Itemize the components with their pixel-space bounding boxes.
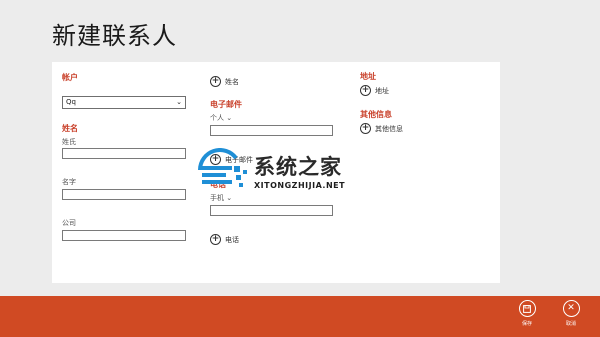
phone-type-dropdown[interactable]: 手机 ⌄ [210,193,232,203]
add-address-label: 地址 [375,86,389,95]
plus-icon: + [210,76,221,87]
save-button[interactable]: 保存 [512,300,542,327]
add-other-info-button[interactable]: + 其他信息 [360,123,403,134]
chevron-down-icon: ⌄ [226,114,233,122]
close-icon: ✕ [562,300,580,317]
other-info-section-label: 其他信息 [360,110,392,119]
add-phone-button[interactable]: + 电话 [210,234,239,245]
add-name-button[interactable]: + 姓名 [210,76,239,87]
watermark-logo-icon [198,148,247,187]
watermark: 系统之家 XITONGZHIJIA.NET [196,148,345,192]
plus-icon: + [360,123,371,134]
add-phone-label: 电话 [225,235,239,244]
email-type-value: 个人 [210,114,224,122]
phone-type-value: 手机 [210,194,224,202]
page-title: 新建联系人 [52,22,177,50]
account-select[interactable]: Qq ⌄ [62,96,186,109]
cancel-button[interactable]: ✕ 取消 [556,300,586,327]
add-other-info-label: 其他信息 [375,124,403,133]
last-name-input[interactable] [62,148,186,159]
email-type-dropdown[interactable]: 个人 ⌄ [210,113,232,123]
watermark-text: 系统之家 XITONGZHIJIA.NET [254,151,345,190]
watermark-title: 系统之家 [254,154,342,179]
name-section-label: 姓名 [62,124,78,133]
company-input[interactable] [62,230,186,241]
save-label: 保存 [521,321,532,327]
cancel-label: 取消 [565,321,576,327]
chevron-down-icon: ⌄ [226,194,233,202]
chevron-down-icon: ⌄ [176,98,182,106]
account-section-label: 帐户 [62,73,78,82]
plus-icon: + [210,234,221,245]
address-section-label: 地址 [360,72,376,81]
add-address-button[interactable]: + 地址 [360,85,389,96]
watermark-subtitle: XITONGZHIJIA.NET [254,180,346,190]
phone-input[interactable] [210,205,333,216]
plus-icon: + [360,85,371,96]
email-input[interactable] [210,125,333,136]
save-icon [518,300,536,317]
email-section-label: 电子邮件 [210,100,242,109]
add-name-label: 姓名 [225,77,239,86]
account-select-value: Qq [66,98,76,106]
last-name-label: 姓氏 [62,138,76,146]
company-label: 公司 [62,219,76,227]
first-name-input[interactable] [62,189,186,200]
first-name-label: 名字 [62,178,76,186]
app-bar: 保存 ✕ 取消 [0,296,600,337]
